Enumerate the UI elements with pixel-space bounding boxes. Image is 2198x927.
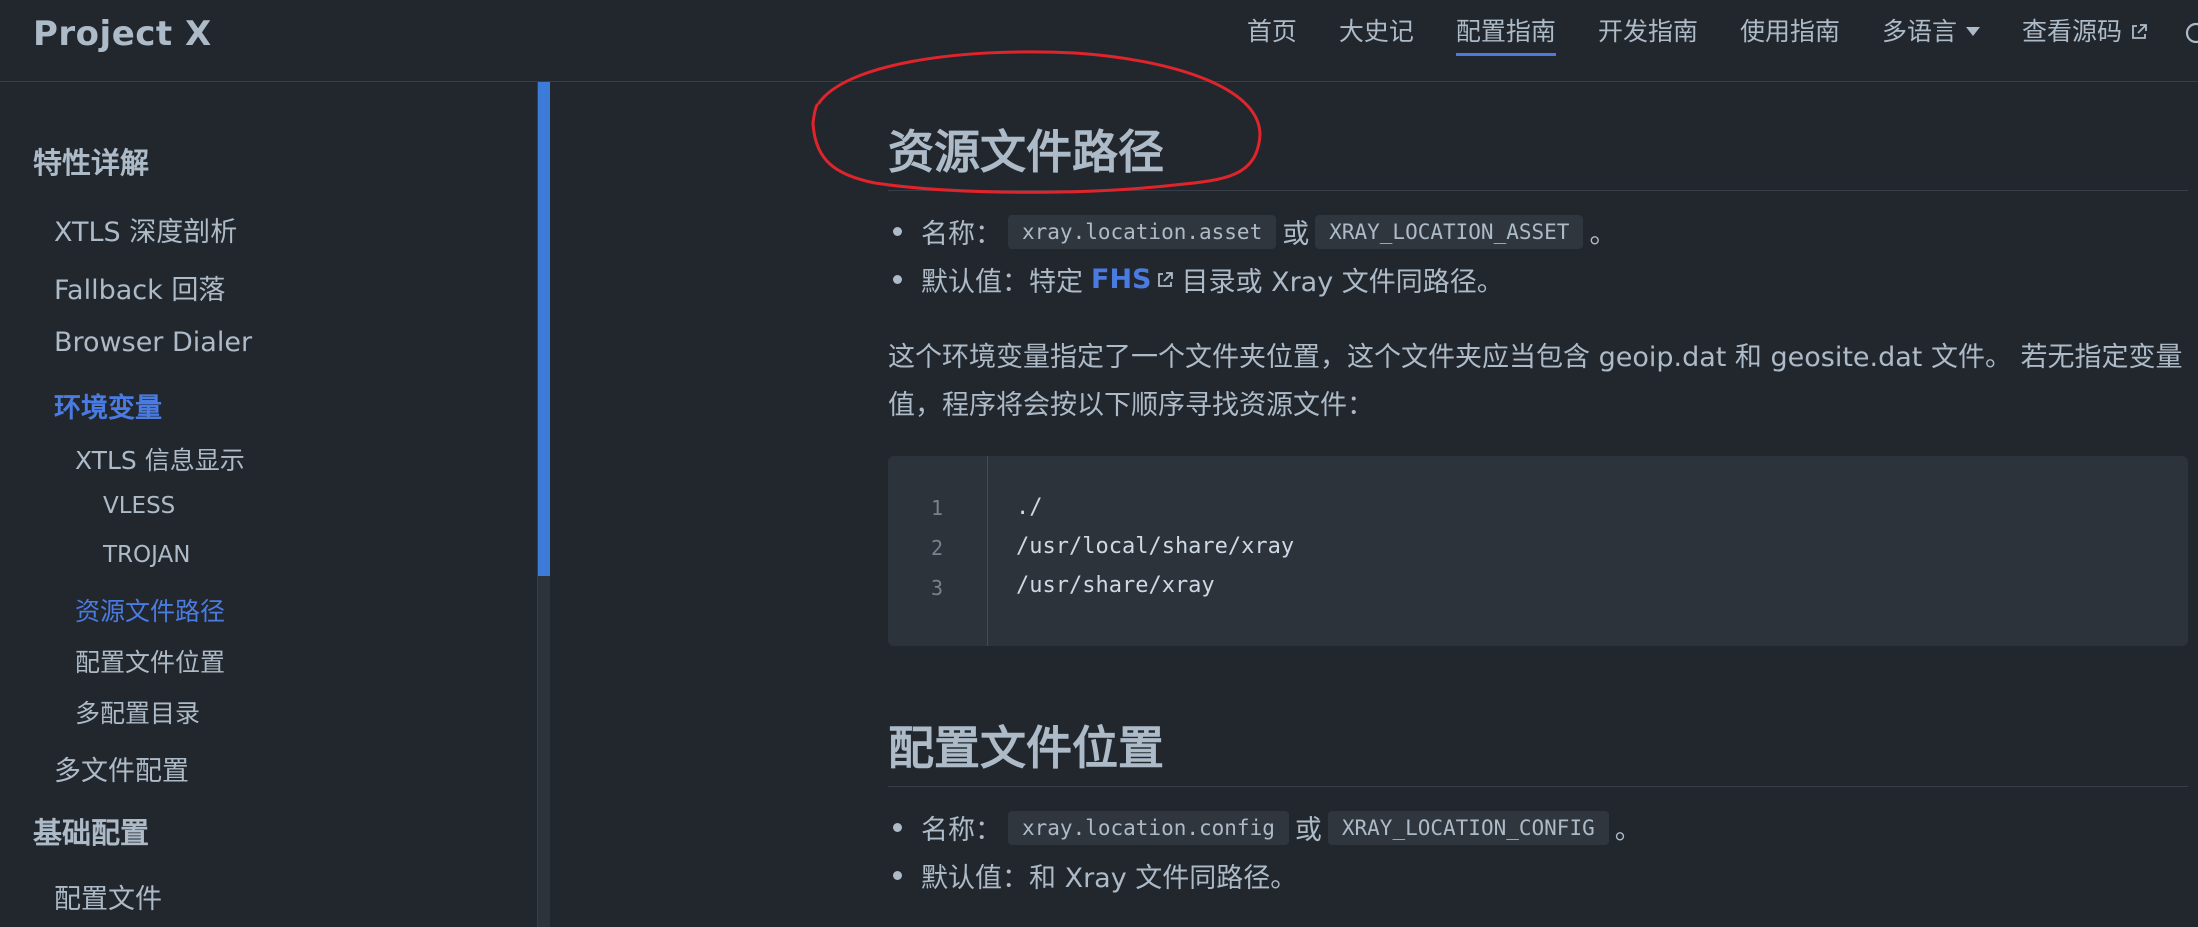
sidebar-item-multi-file-config[interactable]: 多文件配置 [54, 749, 189, 788]
nav-link-language[interactable]: 多语言 [1882, 15, 1980, 56]
line-number: 2 [930, 536, 943, 560]
nav-link-history[interactable]: 大史记 [1339, 15, 1414, 56]
sidebar-item-xtls[interactable]: XTLS 深度剖析 [54, 210, 237, 249]
code-line: ./ [1016, 495, 1043, 520]
nav-link-config-guide[interactable]: 配置指南 [1455, 15, 1556, 56]
fhs-link[interactable]: FHS [1091, 264, 1174, 295]
bullet-icon [893, 275, 902, 284]
list-item-name: 名称： xray.location.asset 或 XRAY_LOCATION_… [893, 212, 1616, 251]
line-number: 3 [930, 576, 943, 600]
nav-link-dev-guide[interactable]: 开发指南 [1598, 15, 1698, 56]
sidebar-item-config-location[interactable]: 配置文件位置 [75, 643, 225, 679]
line-number: 1 [930, 496, 943, 520]
code-line: /usr/share/xray [1016, 573, 1215, 598]
nav-link-source[interactable]: 查看源码 [2022, 15, 2148, 56]
section-title-config-location: 配置文件位置 [888, 712, 2188, 787]
bullet-icon [893, 227, 902, 236]
sidebar: 特性详解 XTLS 深度剖析 Fallback 回落 Browser Diale… [0, 82, 538, 927]
code-block: 1 2 3 ./ /usr/local/share/xray /usr/shar… [888, 456, 2188, 646]
section-paragraph: 这个环境变量指定了一个文件夹位置，这个文件夹应当包含 geoip.dat 和 g… [888, 342, 2183, 421]
sidebar-item-multi-config-dir[interactable]: 多配置目录 [75, 694, 200, 730]
site-brand[interactable]: Project X [33, 14, 212, 54]
bullet-icon [893, 823, 902, 832]
top-navbar: Project X 首页 大史记 配置指南 开发指南 使用指南 多语言 查看源码 [0, 0, 2198, 82]
inline-code: XRAY_LOCATION_ASSET [1315, 214, 1584, 249]
code-line: /usr/local/share/xray [1016, 534, 1295, 559]
sidebar-item-config-file[interactable]: 配置文件 [54, 877, 162, 916]
main-content: 资源文件路径 名称： xray.location.asset 或 XRAY_LO… [550, 82, 2198, 927]
sidebar-item-trojan[interactable]: TROJAN [103, 542, 190, 568]
external-link-icon [2130, 23, 2148, 41]
sidebar-item-asset-path[interactable]: 资源文件路径 [75, 592, 225, 628]
sidebar-item-env-vars[interactable]: 环境变量 [54, 386, 162, 425]
nav-link-home[interactable]: 首页 [1247, 15, 1297, 56]
nav-links: 首页 大史记 配置指南 开发指南 使用指南 多语言 查看源码 [1205, 0, 2198, 70]
sidebar-item-browser-dialer[interactable]: Browser Dialer [54, 327, 252, 358]
list-item-default: 默认值：和 Xray 文件同路径。 [893, 856, 1297, 895]
sidebar-item-vless[interactable]: VLESS [103, 493, 175, 519]
bullet-icon [893, 871, 902, 880]
sidebar-scrollbar-thumb[interactable] [538, 82, 550, 576]
inline-code: xray.location.config [1008, 810, 1289, 845]
sidebar-group-basic-config[interactable]: 基础配置 [33, 810, 149, 852]
inline-code: XRAY_LOCATION_CONFIG [1327, 810, 1609, 845]
sidebar-item-fallback[interactable]: Fallback 回落 [54, 268, 225, 307]
search-icon[interactable] [2184, 21, 2198, 49]
nav-link-usage-guide[interactable]: 使用指南 [1740, 15, 1840, 56]
sidebar-item-xtls-info[interactable]: XTLS 信息显示 [75, 441, 245, 477]
section-title-asset-path: 资源文件路径 [888, 116, 2188, 191]
list-item-default: 默认值：特定 FHS 目录或 Xray 文件同路径。 [893, 260, 1504, 299]
external-link-icon [1157, 271, 1173, 287]
sidebar-group-features[interactable]: 特性详解 [33, 140, 149, 182]
chevron-down-icon [1965, 27, 1980, 36]
list-item-name: 名称： xray.location.config 或 XRAY_LOCATION… [893, 808, 1642, 847]
inline-code: xray.location.asset [1008, 214, 1277, 249]
line-number-gutter: 1 2 3 [888, 456, 988, 646]
